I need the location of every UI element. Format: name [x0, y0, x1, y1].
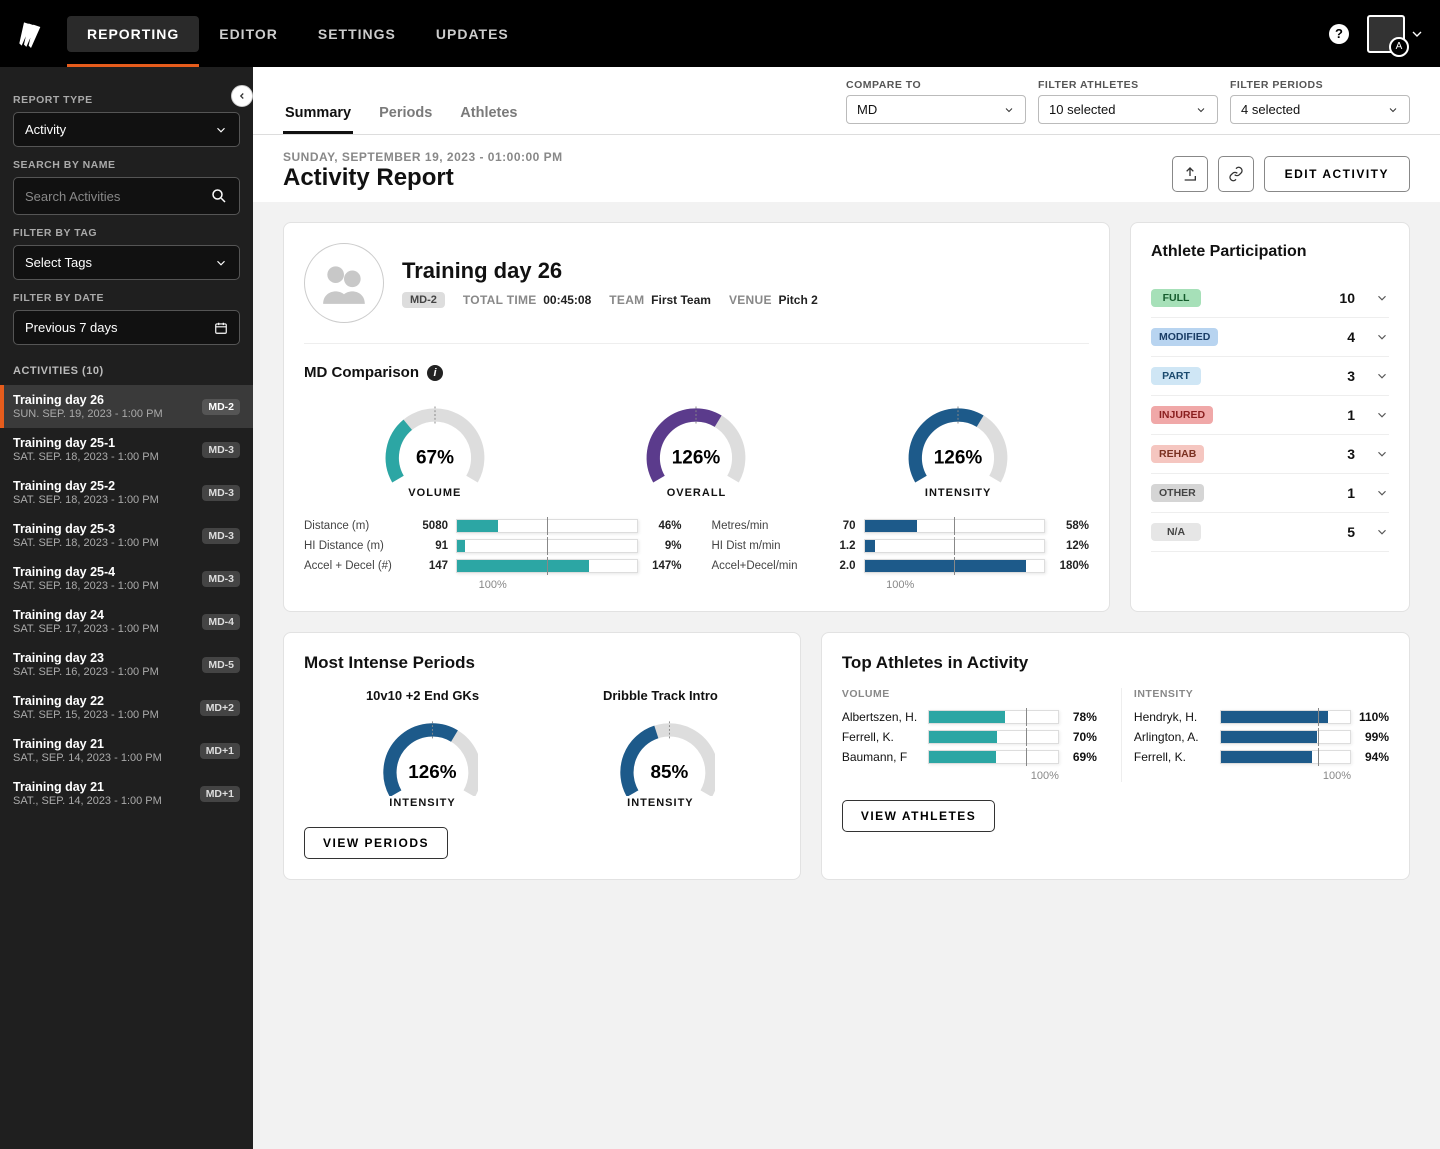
activities-header: ACTIVITIES (10) — [13, 365, 240, 377]
report-type-label: REPORT TYPE — [13, 94, 240, 106]
avatar[interactable]: A — [1367, 15, 1405, 53]
nav-tab-reporting[interactable]: REPORTING — [67, 16, 199, 52]
activity-list-item[interactable]: Training day 22SAT. SEP. 15, 2023 - 1:00… — [0, 686, 253, 729]
activity-list-item[interactable]: Training day 21SAT., SEP. 14, 2023 - 1:0… — [0, 772, 253, 815]
compare-to-select[interactable]: MD — [846, 95, 1026, 124]
intensity-100: 100% — [1134, 770, 1389, 782]
athlete-row: Albertszen, H.78% — [842, 710, 1097, 724]
gauge-intensity: 126% INTENSITY — [893, 396, 1023, 499]
metric-row: Distance (m)508046% — [304, 519, 682, 533]
filter-date-label: FILTER BY DATE — [13, 292, 240, 304]
periods-card: Most Intense Periods 10v10 +2 End GKs 12… — [283, 632, 801, 880]
metric-row: HI Dist m/min1.212% — [712, 539, 1090, 553]
filter-athletes-label: FILTER ATHLETES — [1038, 79, 1218, 91]
filter-tag-label: FILTER BY TAG — [13, 227, 240, 239]
filter-periods-label: FILTER PERIODS — [1230, 79, 1410, 91]
content-tab-summary[interactable]: Summary — [283, 95, 353, 134]
metric-row: Accel+Decel/min2.0180% — [712, 559, 1090, 573]
md-comparison-title: MD Comparison i — [304, 364, 1089, 381]
activity-list-item[interactable]: Training day 26SUN. SEP. 19, 2023 - 1:00… — [0, 385, 253, 428]
page-title: Activity Report — [283, 164, 563, 192]
svg-text:67%: 67% — [416, 447, 454, 468]
participation-row-part[interactable]: PART3 — [1151, 357, 1389, 396]
content-tab-athletes[interactable]: Athletes — [458, 95, 519, 134]
activity-list-item[interactable]: Training day 25-2SAT. SEP. 18, 2023 - 1:… — [0, 471, 253, 514]
activity-name: Training day 26 — [402, 258, 818, 284]
edit-activity-button[interactable]: EDIT ACTIVITY — [1264, 156, 1410, 192]
svg-text:126%: 126% — [672, 447, 721, 468]
info-icon[interactable]: i — [427, 365, 443, 381]
period-item: Dribble Track Intro 85% INTENSITY — [603, 688, 718, 809]
search-label: SEARCH BY NAME — [13, 159, 240, 171]
content-tab-periods[interactable]: Periods — [377, 95, 434, 134]
nav-tab-editor[interactable]: EDITOR — [199, 16, 298, 52]
filter-athletes-select[interactable]: 10 selected — [1038, 95, 1218, 124]
activity-list-item[interactable]: Training day 24SAT. SEP. 17, 2023 - 1:00… — [0, 600, 253, 643]
gauge-volume: 67% VOLUME — [370, 396, 500, 499]
athletes-title: Top Athletes in Activity — [842, 653, 1389, 673]
volume-label: VOLUME — [842, 688, 1097, 700]
collapse-sidebar-button[interactable] — [231, 85, 253, 107]
activity-list-item[interactable]: Training day 25-3SAT. SEP. 18, 2023 - 1:… — [0, 514, 253, 557]
activity-list-item[interactable]: Training day 23SAT. SEP. 16, 2023 - 1:00… — [0, 643, 253, 686]
metric-row: HI Distance (m)919% — [304, 539, 682, 553]
filter-tag-select[interactable]: Select Tags — [13, 245, 240, 280]
avatar-badge: A — [1389, 37, 1409, 57]
content-area: Summary Periods Athletes COMPARE TO MD FIL… — [253, 67, 1440, 1149]
view-periods-button[interactable]: VIEW PERIODS — [304, 827, 448, 859]
activity-list-item[interactable]: Training day 25-4SAT. SEP. 18, 2023 - 1:… — [0, 557, 253, 600]
participation-row-full[interactable]: FULL10 — [1151, 279, 1389, 318]
athlete-row: Arlington, A.99% — [1134, 730, 1389, 744]
svg-text:126%: 126% — [408, 762, 456, 783]
nav-tab-settings[interactable]: SETTINGS — [298, 16, 416, 52]
participation-row-other[interactable]: OTHER1 — [1151, 474, 1389, 513]
participation-row-injured[interactable]: INJURED1 — [1151, 396, 1389, 435]
participation-row-n/a[interactable]: N/A5 — [1151, 513, 1389, 552]
athlete-row: Ferrell, K.70% — [842, 730, 1097, 744]
athletes-card: Top Athletes in Activity VOLUME Albertsz… — [821, 632, 1410, 880]
participation-row-modified[interactable]: MODIFIED4 — [1151, 318, 1389, 357]
calendar-icon — [214, 321, 228, 335]
participation-card: Athlete Participation FULL10MODIFIED4PAR… — [1130, 222, 1410, 612]
athlete-row: Hendryk, H.110% — [1134, 710, 1389, 724]
athlete-row: Ferrell, K.94% — [1134, 750, 1389, 764]
volume-100: 100% — [842, 770, 1097, 782]
intensity-label: INTENSITY — [1134, 688, 1389, 700]
activity-list-item[interactable]: Training day 21SAT., SEP. 14, 2023 - 1:0… — [0, 729, 253, 772]
athlete-row: Baumann, F69% — [842, 750, 1097, 764]
summary-card: Training day 26 MD-2 TOTAL TIME 00:45:08… — [283, 222, 1110, 612]
compare-to-label: COMPARE TO — [846, 79, 1026, 91]
nav-tab-updates[interactable]: UPDATES — [416, 16, 529, 52]
header-date: SUNDAY, SEPTEMBER 19, 2023 - 01:00:00 PM — [283, 150, 563, 164]
chevron-down-icon[interactable] — [1409, 26, 1425, 42]
help-icon[interactable]: ? — [1329, 24, 1349, 44]
gauge-overall: 126% OVERALL — [631, 396, 761, 499]
participation-title: Athlete Participation — [1151, 243, 1389, 261]
logo[interactable] — [15, 18, 47, 50]
search-icon[interactable] — [210, 187, 228, 205]
view-athletes-button[interactable]: VIEW ATHLETES — [842, 800, 996, 832]
activity-list-item[interactable]: Training day 25-1SAT. SEP. 18, 2023 - 1:… — [0, 428, 253, 471]
search-input-container — [13, 177, 240, 215]
svg-text:126%: 126% — [934, 447, 983, 468]
metric-row: Metres/min7058% — [712, 519, 1090, 533]
upload-button[interactable] — [1172, 156, 1208, 192]
svg-text:85%: 85% — [651, 762, 689, 783]
report-type-select[interactable]: Activity — [13, 112, 240, 147]
metric-row: Accel + Decel (#)147147% — [304, 559, 682, 573]
participation-row-rehab[interactable]: REHAB3 — [1151, 435, 1389, 474]
periods-title: Most Intense Periods — [304, 653, 780, 673]
filter-date-select[interactable]: Previous 7 days — [13, 310, 240, 345]
search-input[interactable] — [25, 189, 210, 204]
link-button[interactable] — [1218, 156, 1254, 192]
sidebar: REPORT TYPE Activity SEARCH BY NAME FILT… — [0, 67, 253, 1149]
team-avatar — [304, 243, 384, 323]
top-nav: REPORTINGEDITORSETTINGSUPDATES ? A — [0, 0, 1440, 67]
filter-periods-select[interactable]: 4 selected — [1230, 95, 1410, 124]
md-badge: MD-2 — [402, 292, 445, 308]
period-item: 10v10 +2 End GKs 126% INTENSITY — [366, 688, 479, 809]
